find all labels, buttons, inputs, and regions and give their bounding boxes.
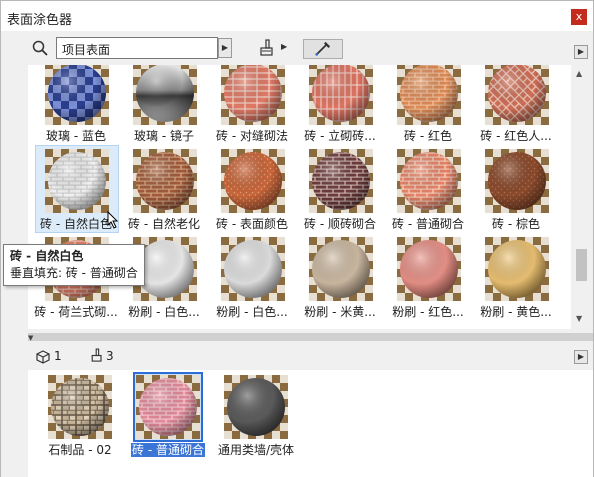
tooltip-detail: 垂直填充: 砖 - 普通砌合 bbox=[10, 266, 138, 280]
material-tile[interactable]: 砖 - 表面颜色 bbox=[209, 147, 295, 235]
selected-surface-tile[interactable]: 通用类墙/壳体 bbox=[211, 372, 301, 464]
material-tile[interactable]: 粉刷 - 白色... bbox=[209, 235, 295, 323]
scroll-down-arrow[interactable]: ▼ bbox=[576, 314, 582, 323]
material-label: 砖 - 顺砖砌合 bbox=[304, 217, 376, 231]
surface-label: 通用类墙/壳体 bbox=[211, 441, 301, 458]
material-thumbnail bbox=[133, 65, 197, 125]
material-tile[interactable]: 粉刷 - 红色... bbox=[385, 235, 471, 323]
material-thumbnail bbox=[221, 237, 285, 301]
eyedropper-icon bbox=[315, 41, 331, 56]
scrollbar-thumb[interactable] bbox=[576, 249, 587, 281]
material-label: 粉刷 - 黄色... bbox=[480, 305, 552, 319]
search-dropdown-button[interactable]: ▶ bbox=[218, 38, 232, 58]
cube-icon bbox=[36, 350, 50, 364]
material-tile[interactable]: 粉刷 - 米黄... bbox=[297, 235, 383, 323]
selection-bar: 1 3 ▶ bbox=[28, 343, 593, 371]
selected-surface-tile[interactable]: 石制品 - 02 bbox=[35, 372, 125, 464]
material-tile[interactable]: 砖 - 红色人... bbox=[473, 65, 559, 147]
material-thumbnail bbox=[485, 149, 549, 213]
surface-label: 砖 - 普通砌合 bbox=[123, 441, 213, 458]
surface-label-text: 石制品 - 02 bbox=[48, 443, 112, 457]
surface-thumbnail bbox=[136, 375, 200, 439]
material-label: 粉刷 - 白色... bbox=[128, 305, 200, 319]
scroll-up-arrow[interactable]: ▲ bbox=[576, 69, 582, 78]
scrollbar[interactable] bbox=[572, 65, 592, 329]
panel-splitter[interactable] bbox=[28, 333, 593, 341]
material-label: 砖 - 对缝砌法 bbox=[216, 129, 288, 143]
paint-brush-icon[interactable] bbox=[257, 39, 277, 57]
material-label: 砖 - 普通砌合 bbox=[392, 217, 464, 231]
object-count: 1 bbox=[54, 349, 62, 363]
material-tile[interactable]: 砖 - 自然老化 bbox=[121, 147, 207, 235]
material-label: 粉刷 - 米黄... bbox=[304, 305, 376, 319]
search-icon bbox=[32, 40, 48, 56]
material-label: 粉刷 - 白色... bbox=[216, 305, 288, 319]
close-button[interactable]: x bbox=[571, 9, 587, 25]
toolbar: 项目表面 ▶ ▶ ▶ bbox=[1, 31, 593, 65]
material-tile[interactable]: 砖 - 红色 bbox=[385, 65, 471, 147]
material-label: 砖 - 棕色 bbox=[492, 217, 540, 231]
surface-label: 石制品 - 02 bbox=[35, 441, 125, 458]
material-thumbnail bbox=[397, 65, 461, 125]
material-label: 玻璃 - 蓝色 bbox=[46, 129, 106, 143]
surface-thumbnail bbox=[224, 375, 288, 439]
surface-painter-window: 表面涂色器 x 项目表面 ▶ ▶ ▶ 玻璃 - 蓝色 玻璃 - 镜子 砖 - 对… bbox=[0, 0, 594, 477]
material-label: 砖 - 荷兰式砌... bbox=[34, 305, 118, 319]
material-label: 砖 - 立砌砖... bbox=[304, 129, 376, 143]
material-thumbnail bbox=[309, 149, 373, 213]
surface-label-text: 通用类墙/壳体 bbox=[217, 443, 295, 457]
material-thumbnail bbox=[45, 149, 109, 213]
material-thumbnail bbox=[45, 65, 109, 125]
material-grid: 玻璃 - 蓝色 玻璃 - 镜子 砖 - 对缝砌法 砖 - 立砌砖... 砖 - … bbox=[28, 65, 571, 329]
material-thumbnail bbox=[397, 237, 461, 301]
material-thumbnail bbox=[309, 237, 373, 301]
material-tile[interactable]: 砖 - 棕色 bbox=[473, 147, 559, 235]
search-input[interactable]: 项目表面 bbox=[56, 37, 218, 59]
panel-menu-button[interactable]: ▶ bbox=[574, 45, 588, 59]
material-label: 砖 - 自然老化 bbox=[128, 217, 200, 231]
selected-surfaces: 石制品 - 02 砖 - 普通砌合 通用类墙/壳体 bbox=[28, 370, 593, 477]
surface-count: 3 bbox=[106, 349, 114, 363]
material-tile[interactable]: 砖 - 立砌砖... bbox=[297, 65, 383, 147]
mouse-cursor-icon bbox=[107, 211, 119, 229]
material-thumbnail bbox=[221, 65, 285, 125]
material-tile[interactable]: 玻璃 - 蓝色 bbox=[33, 65, 119, 147]
material-thumbnail bbox=[485, 237, 549, 301]
bottom-panel-menu-button[interactable]: ▶ bbox=[574, 350, 588, 364]
material-tooltip: 砖 - 自然白色 垂直填充: 砖 - 普通砌合 bbox=[3, 244, 145, 286]
eyedropper-button[interactable] bbox=[303, 39, 343, 59]
selected-surface-tile[interactable]: 砖 - 普通砌合 bbox=[123, 372, 213, 464]
material-tile[interactable]: 粉刷 - 黄色... bbox=[473, 235, 559, 323]
material-thumbnail bbox=[221, 149, 285, 213]
material-tile[interactable]: 砖 - 顺砖砌合 bbox=[297, 147, 383, 235]
material-tile[interactable]: 砖 - 对缝砌法 bbox=[209, 65, 295, 147]
material-thumbnail bbox=[133, 149, 197, 213]
material-label: 砖 - 红色人... bbox=[480, 129, 552, 143]
material-thumbnail bbox=[397, 149, 461, 213]
surface-thumbnail bbox=[48, 375, 112, 439]
window-title: 表面涂色器 bbox=[7, 13, 73, 28]
surface-label-text: 砖 - 普通砌合 bbox=[130, 442, 206, 458]
material-label: 砖 - 表面颜色 bbox=[216, 217, 288, 231]
paint-brush-icon bbox=[91, 348, 102, 362]
material-thumbnail bbox=[485, 65, 549, 125]
brush-dropdown-arrow[interactable]: ▶ bbox=[281, 42, 287, 51]
splitter-collapse-arrow[interactable]: ▼ bbox=[28, 334, 33, 342]
material-label: 玻璃 - 镜子 bbox=[134, 129, 194, 143]
material-tile[interactable]: 砖 - 普通砌合 bbox=[385, 147, 471, 235]
title-bar: 表面涂色器 x bbox=[1, 1, 593, 31]
material-label: 砖 - 红色 bbox=[404, 129, 452, 143]
material-thumbnail bbox=[309, 65, 373, 125]
tooltip-title: 砖 - 自然白色 bbox=[10, 249, 84, 263]
material-tile[interactable]: 玻璃 - 镜子 bbox=[121, 65, 207, 147]
material-label: 粉刷 - 红色... bbox=[392, 305, 464, 319]
